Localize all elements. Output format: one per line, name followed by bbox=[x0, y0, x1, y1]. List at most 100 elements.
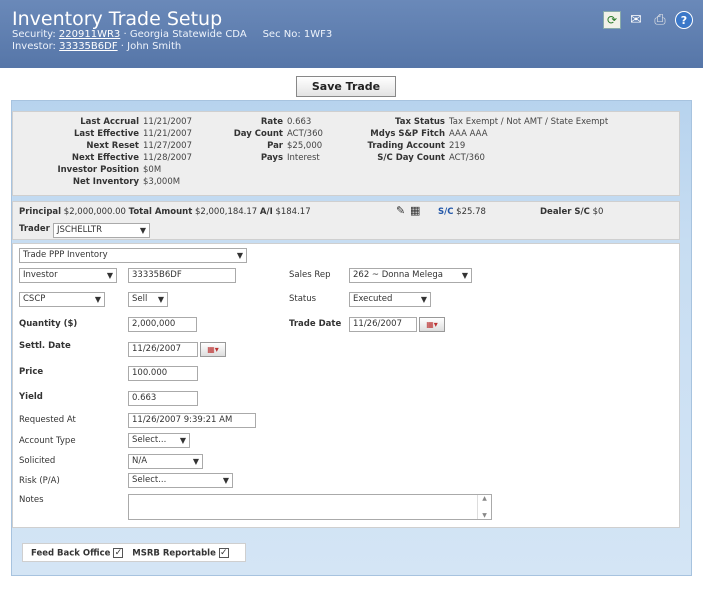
trade-date-input[interactable]: 11/26/2007 bbox=[349, 317, 417, 332]
trading-account-label: Trading Account bbox=[367, 141, 445, 151]
status-value: Executed bbox=[353, 294, 393, 304]
sales-rep-value: 262 ~ Donna Melega bbox=[353, 270, 443, 280]
next-reset-value: 11/27/2007 bbox=[143, 141, 192, 151]
msrb-reportable-label: MSRB Reportable bbox=[132, 548, 216, 559]
price-input[interactable]: 100.000 bbox=[128, 366, 198, 381]
chevron-down-icon: ▼ bbox=[192, 457, 199, 466]
tax-status-value: Tax Exempt / Not AMT / State Exempt bbox=[449, 117, 609, 127]
amounts-bar: Principal $2,000,000.00 Total Amount $2,… bbox=[12, 201, 680, 240]
save-trade-button[interactable]: Save Trade bbox=[296, 76, 396, 97]
chevron-down-icon: ▼ bbox=[157, 295, 164, 304]
investor-line: Investor: 33335B6DF · John Smith bbox=[12, 41, 695, 53]
dealer-sc-group: Dealer S/C $0 bbox=[540, 207, 603, 217]
trading-account-value: 219 bbox=[449, 141, 466, 151]
investor-label: Investor: bbox=[12, 41, 56, 52]
chevron-down-icon: ▼ bbox=[236, 251, 243, 260]
day-count-label: Day Count bbox=[233, 129, 283, 139]
trader-label: Trader bbox=[19, 224, 50, 234]
security-link[interactable]: 220911WR3 bbox=[59, 29, 120, 40]
account-type-label: Account Type bbox=[19, 436, 76, 446]
account-type-value: Select... bbox=[132, 435, 167, 445]
refresh-icon[interactable]: ⟳ bbox=[603, 11, 621, 29]
pays-label: Pays bbox=[260, 153, 283, 163]
ai-label: A/I bbox=[259, 207, 273, 217]
principal-label: Principal bbox=[19, 207, 62, 217]
ai-value: $184.17 bbox=[275, 207, 311, 217]
scroll-up-icon[interactable]: ▲ bbox=[482, 495, 487, 502]
investor-name: · John Smith bbox=[120, 41, 182, 52]
sc-day-count-value: ACT/360 bbox=[449, 153, 485, 163]
investor-position-value: $0M bbox=[143, 165, 162, 175]
investor-position-label: Investor Position bbox=[57, 165, 139, 175]
risk-select[interactable]: Select... ▼ bbox=[128, 473, 233, 488]
summary-col-3: Tax Status Tax Exempt / Not AMT / State E… bbox=[353, 116, 608, 164]
settl-date-input[interactable]: 11/26/2007 bbox=[128, 342, 198, 357]
pays-value: Interest bbox=[287, 153, 320, 163]
scroll-down-icon[interactable]: ▼ bbox=[482, 512, 487, 519]
tax-status-label: Tax Status bbox=[395, 117, 445, 127]
summary-col-1: Last Accrual 11/21/2007 Last Effective 11/… bbox=[19, 116, 192, 188]
sc-day-count-label: S/C Day Count bbox=[377, 153, 445, 163]
party-type-select[interactable]: Investor ▼ bbox=[19, 268, 117, 283]
notes-scrollbar[interactable]: ▲ ▼ bbox=[477, 495, 491, 519]
last-accrual-label: Last Accrual bbox=[80, 117, 139, 127]
trade-form: Trade PPP Inventory ▼ Investor ▼ 33335B6DF… bbox=[12, 243, 680, 528]
party-id-input[interactable]: 33335B6DF bbox=[128, 268, 236, 283]
chevron-down-icon: ▼ bbox=[139, 226, 146, 235]
price-label: Price bbox=[19, 367, 44, 377]
day-count-value: ACT/360 bbox=[287, 129, 323, 139]
dealer-sc-label: Dealer S/C bbox=[540, 207, 590, 217]
requested-at-input[interactable]: 11/26/2007 9:39:21 AM bbox=[128, 413, 256, 428]
next-reset-label: Next Reset bbox=[86, 141, 139, 151]
feed-back-office-checkbox[interactable]: ✓ bbox=[113, 548, 124, 558]
summary-col-2: Rate 0.663 Day Count ACT/360 Par $25,000 Pa… bbox=[203, 116, 323, 164]
yield-input[interactable]: 0.663 bbox=[128, 391, 198, 406]
print-icon[interactable]: ⎙ bbox=[651, 11, 669, 29]
sales-rep-select[interactable]: 262 ~ Donna Melega ▼ bbox=[349, 268, 472, 283]
chevron-down-icon: ▼ bbox=[106, 271, 113, 280]
quantity-input[interactable]: 2,000,000 bbox=[128, 317, 197, 332]
header-icons: ⟳ ✉ ⎙ ? bbox=[603, 11, 693, 29]
party-type-value: Investor bbox=[23, 270, 58, 280]
ratings-label: Mdys S&P Fitch bbox=[370, 129, 445, 139]
account-value: CSCP bbox=[23, 294, 46, 304]
settl-date-calendar-icon[interactable]: ▦▾ bbox=[200, 342, 226, 357]
par-label: Par bbox=[267, 141, 283, 151]
settl-date-label: Settl. Date bbox=[19, 341, 71, 351]
edit-icon[interactable]: ✎ bbox=[396, 204, 405, 217]
sc-label[interactable]: S/C bbox=[438, 207, 453, 217]
calculator-icon[interactable]: ▦ bbox=[410, 204, 420, 217]
account-select[interactable]: CSCP ▼ bbox=[19, 292, 105, 307]
security-desc: · Georgia Statewide CDA bbox=[123, 29, 247, 40]
risk-label: Risk (P/A) bbox=[19, 476, 60, 486]
solicited-select[interactable]: N/A ▼ bbox=[128, 454, 203, 469]
chevron-down-icon: ▼ bbox=[461, 271, 468, 280]
status-select[interactable]: Executed ▼ bbox=[349, 292, 431, 307]
side-select[interactable]: Sell ▼ bbox=[128, 292, 168, 307]
amounts-row: Principal $2,000,000.00 Total Amount $2,… bbox=[19, 207, 311, 217]
help-icon[interactable]: ? bbox=[675, 11, 693, 29]
last-effective-label: Last Effective bbox=[73, 129, 139, 139]
rate-label: Rate bbox=[260, 117, 283, 127]
notes-textarea[interactable]: ▲ ▼ bbox=[128, 494, 492, 520]
trade-date-label: Trade Date bbox=[289, 319, 342, 329]
dealer-sc-value: $0 bbox=[592, 207, 604, 217]
security-summary: Last Accrual 11/21/2007 Last Effective 11/… bbox=[12, 111, 680, 196]
investor-link[interactable]: 33335B6DF bbox=[59, 41, 118, 52]
par-value: $25,000 bbox=[287, 141, 323, 151]
mail-icon[interactable]: ✉ bbox=[627, 11, 645, 29]
trade-type-select[interactable]: Trade PPP Inventory ▼ bbox=[19, 248, 247, 263]
net-inventory-label: Net Inventory bbox=[72, 177, 139, 187]
chevron-down-icon: ▼ bbox=[420, 295, 427, 304]
sc-group: S/C $25.78 bbox=[438, 207, 486, 217]
next-effective-label: Next Effective bbox=[71, 153, 139, 163]
solicited-value: N/A bbox=[132, 456, 148, 466]
trade-date-calendar-icon[interactable]: ▦▾ bbox=[419, 317, 445, 332]
msrb-reportable-checkbox[interactable]: ✓ bbox=[218, 548, 229, 558]
last-effective-value: 11/21/2007 bbox=[143, 129, 192, 139]
ratings-value: AAA AAA bbox=[449, 129, 488, 139]
trader-select[interactable]: JSCHELLTR ▼ bbox=[53, 223, 150, 238]
account-type-select[interactable]: Select... ▼ bbox=[128, 433, 190, 448]
yield-label: Yield bbox=[19, 392, 43, 402]
net-inventory-value: $3,000M bbox=[143, 177, 181, 187]
